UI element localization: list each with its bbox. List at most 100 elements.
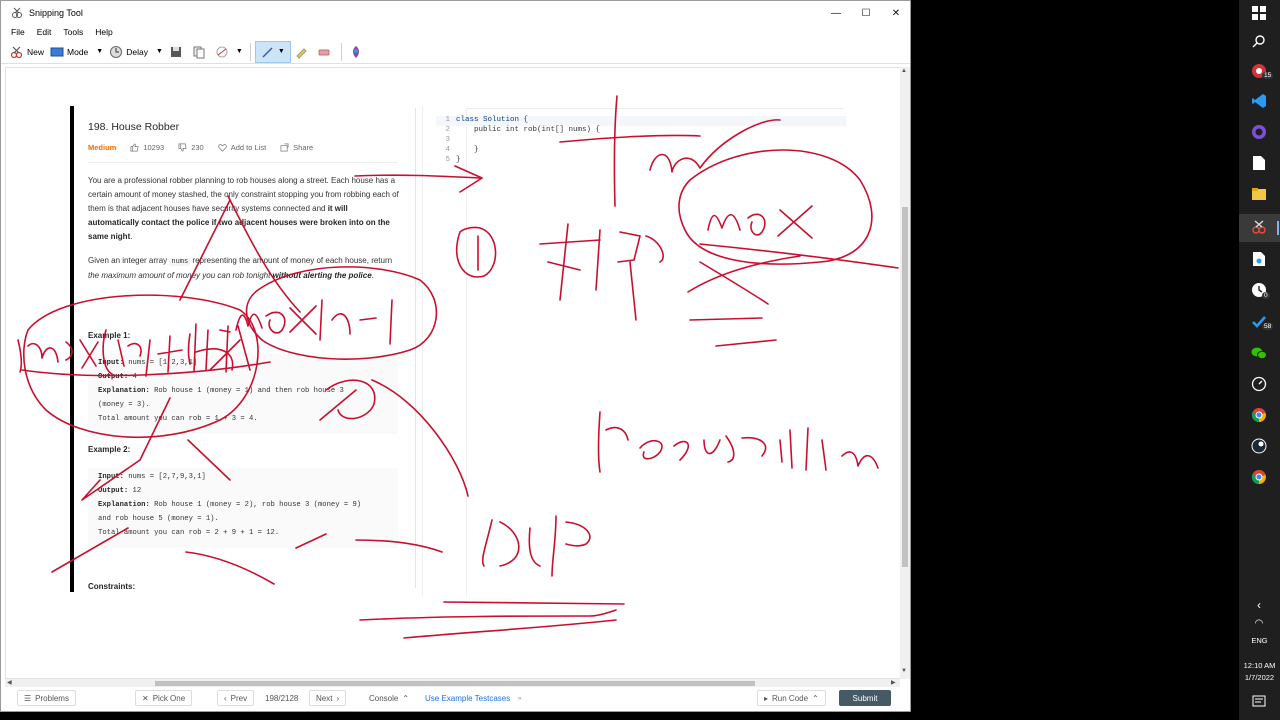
problems-button[interactable]: ☰ Problems: [17, 690, 76, 706]
send-button[interactable]: ▼: [212, 42, 246, 62]
snip-canvas[interactable]: 198. House Robber Medium 10293 230 Add t…: [5, 67, 903, 679]
code-line: 2 public int rob(int[] nums) {: [436, 126, 846, 136]
scroll-thumb[interactable]: [902, 207, 908, 567]
delay-button[interactable]: Delay ▼: [106, 42, 166, 62]
dislike-button[interactable]: 230: [178, 143, 204, 152]
new-button[interactable]: New: [7, 42, 47, 62]
example-1-title: Example 1:: [88, 331, 131, 340]
wechat-icon[interactable]: [1250, 344, 1268, 362]
example-line: and rob house 5 (money = 1).: [98, 515, 219, 523]
copy-icon: [193, 46, 205, 58]
pen-dropdown-icon: ▼: [277, 48, 285, 55]
menu-edit[interactable]: Edit: [37, 27, 52, 37]
use-example-testcases-link[interactable]: Use Example Testcases ⚬: [419, 690, 529, 706]
example-line: Input: nums = [1,2,3,1]: [98, 356, 388, 370]
toolbar-separator: [340, 42, 342, 61]
run-code-label: Run Code: [772, 693, 809, 703]
code-editor[interactable]: 1 class Solution { 2 public int rob(int[]…: [436, 114, 846, 224]
pick-one-button[interactable]: ✕ Pick One: [135, 690, 193, 706]
prev-button[interactable]: ‹ Prev: [217, 690, 255, 706]
chevron-left-icon[interactable]: ‹: [1250, 596, 1268, 614]
line-number: 1: [445, 116, 450, 124]
notifications-icon[interactable]: [1250, 693, 1268, 711]
chrome-icon[interactable]: [1250, 406, 1268, 424]
menu-help[interactable]: Help: [95, 27, 112, 37]
windows-logo-icon: [1252, 6, 1266, 20]
menu-tools[interactable]: Tools: [63, 27, 83, 37]
search-icon[interactable]: [1250, 32, 1268, 50]
save-button[interactable]: [166, 42, 189, 62]
line-number: 4: [445, 146, 450, 154]
wifi-icon[interactable]: ◠: [1250, 614, 1268, 632]
toolbar-separator: [249, 42, 251, 61]
example-line: Input: nums = [2,7,9,3,1]: [98, 470, 388, 484]
example-value: 4: [128, 373, 137, 381]
document-icon[interactable]: [1250, 154, 1268, 172]
prev-label: Prev: [230, 693, 248, 703]
next-button[interactable]: Next ›: [309, 690, 347, 706]
panel-divider: [415, 108, 416, 588]
chevron-up-icon: ⌃: [812, 693, 819, 703]
delay-label: Delay: [126, 46, 148, 57]
console-button[interactable]: Console ⌃: [363, 690, 416, 706]
description-italic: the maximum amount of money you can rob …: [88, 271, 273, 280]
timer-icon[interactable]: [1250, 375, 1268, 393]
run-code-button[interactable]: ▸ Run Code ⌃: [757, 690, 826, 706]
example-line: Explanation: Rob house 1 (money = 1) and…: [98, 384, 388, 398]
code-text: public int rob(int[] nums) {: [456, 126, 601, 134]
clock-time[interactable]: 12:10 AM: [1239, 661, 1280, 670]
problem-title: 198. House Robber: [88, 121, 180, 133]
snipping-tool-taskbar-icon[interactable]: [1250, 218, 1268, 236]
code-line: 5}: [436, 156, 846, 166]
difficulty-badge: Medium: [88, 143, 117, 152]
inline-code: nums: [169, 258, 191, 266]
example-2-title: Example 2:: [88, 445, 131, 454]
code-line: 1 class Solution {: [436, 116, 846, 126]
scroll-thumb[interactable]: [155, 681, 755, 686]
code-line: 3: [436, 136, 846, 146]
file-explorer-icon[interactable]: [1250, 185, 1268, 203]
description-text: .: [130, 232, 133, 241]
divider: [88, 162, 398, 163]
sticky-app-icon[interactable]: [1250, 250, 1268, 268]
submit-button[interactable]: Submit: [839, 690, 891, 706]
example-value: nums = [2,7,9,3,1]: [123, 473, 206, 481]
chrome-icon-2[interactable]: [1250, 468, 1268, 486]
clock-date[interactable]: 1/7/2022: [1239, 673, 1280, 682]
scroll-right-icon[interactable]: ▶: [891, 679, 896, 686]
problem-description-1: You are a professional robber planning t…: [88, 174, 400, 244]
send-dropdown-icon: ▼: [235, 48, 243, 55]
eraser-icon: [318, 49, 330, 55]
scroll-down-icon[interactable]: ▼: [901, 668, 907, 674]
scroll-up-icon[interactable]: ▲: [901, 68, 907, 74]
example-key: Explanation:: [98, 501, 150, 509]
console-label: Console: [369, 693, 399, 703]
share-button[interactable]: Share: [280, 143, 313, 152]
steam-icon[interactable]: [1250, 437, 1268, 455]
language-indicator[interactable]: ENG: [1239, 636, 1280, 645]
github-desktop-icon[interactable]: [1250, 123, 1268, 141]
example-1-box: Input: nums = [1,2,3,1] Output: 4 Explan…: [88, 354, 398, 434]
vertical-scrollbar[interactable]: ▲ ▼: [900, 67, 910, 679]
pen-button[interactable]: ▼: [254, 40, 291, 63]
eraser-button[interactable]: [314, 42, 337, 62]
description-text: .: [371, 271, 374, 280]
mode-button[interactable]: Mode ▼: [47, 42, 106, 62]
paint3d-button[interactable]: [346, 42, 369, 62]
line-number: 3: [445, 136, 450, 144]
menu-file[interactable]: File: [11, 27, 25, 37]
add-to-list-button[interactable]: Add to List: [218, 143, 266, 152]
close-button[interactable]: ✕: [881, 1, 911, 25]
minimize-button[interactable]: —: [821, 1, 851, 25]
highlighter-button[interactable]: [291, 42, 314, 62]
dislikes-count: 230: [191, 143, 204, 152]
copy-button[interactable]: [189, 42, 212, 62]
editor-top-rule: [466, 108, 844, 109]
start-icon[interactable]: [1250, 4, 1268, 22]
likes-count: 10293: [143, 143, 165, 152]
scroll-left-icon[interactable]: ◀: [7, 679, 12, 686]
maximize-button[interactable]: ☐: [851, 1, 881, 25]
example-key: Output:: [98, 373, 129, 381]
like-button[interactable]: 10293: [130, 143, 164, 152]
vscode-icon[interactable]: [1250, 92, 1268, 110]
